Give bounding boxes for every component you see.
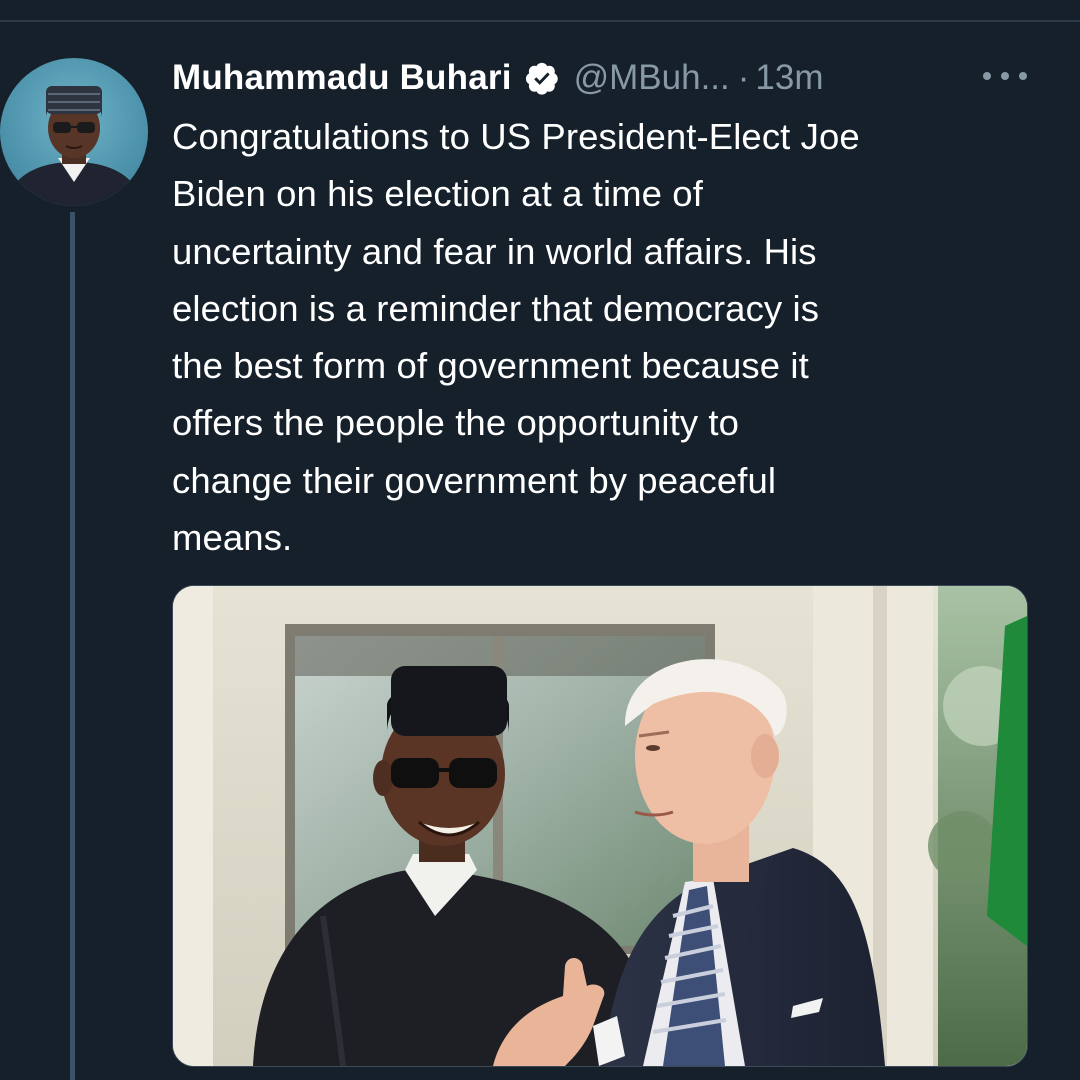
author-display-name[interactable]: Muhammadu Buhari: [172, 58, 512, 98]
meta-separator: ·: [737, 58, 750, 97]
thread-line: [70, 212, 75, 1080]
tweet-text: Congratulations to US President-Elect Jo…: [172, 108, 1052, 566]
avatar-portrait: [6, 86, 142, 206]
tweet-timestamp[interactable]: 13m: [755, 58, 823, 98]
photo-illustration: [173, 586, 1027, 1066]
author-avatar[interactable]: [0, 58, 148, 206]
tweet-text-line: election is a reminder that democracy is: [172, 287, 820, 329]
verified-badge-icon: [524, 60, 560, 96]
tweet-photo[interactable]: [172, 585, 1028, 1067]
top-divider: [0, 20, 1080, 22]
author-handle[interactable]: @MBuh...: [574, 58, 730, 98]
tweet-text-line: change their government by peaceful: [172, 459, 777, 501]
tweet-text-line: offers the people the opportunity to: [172, 402, 740, 444]
tweet-text-line: Biden on his election at a time of: [172, 173, 703, 215]
tweet-text-line: uncertainty and fear in world affairs. H…: [172, 230, 817, 272]
tweet-text-line: means.: [172, 517, 293, 559]
tweet-header: Muhammadu Buhari @MBuh... · 13m: [172, 52, 824, 104]
tweet-text-line: Congratulations to US President-Elect Jo…: [172, 116, 860, 157]
tweet-screen: Muhammadu Buhari @MBuh... · 13m Congratu…: [0, 0, 1080, 1080]
more-options-icon[interactable]: [983, 60, 1027, 92]
tweet-text-line: the best form of government because it: [172, 345, 809, 387]
